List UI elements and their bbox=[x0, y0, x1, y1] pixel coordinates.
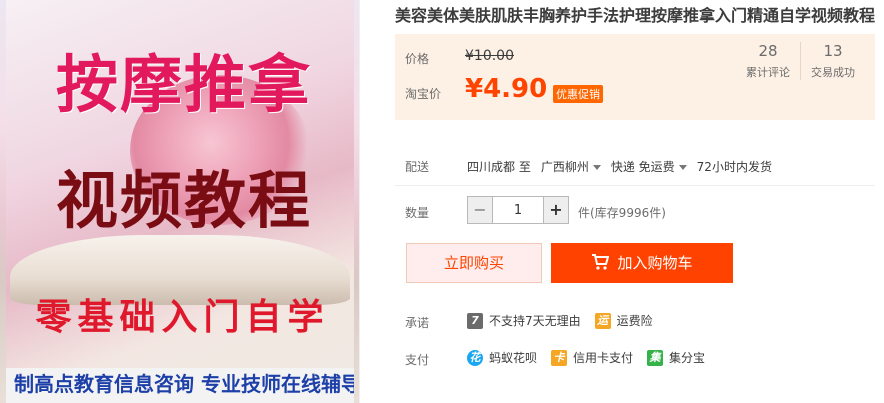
payment-list: 花 蚂蚁花呗 卡 信用卡支付 集 集分宝 bbox=[467, 349, 705, 366]
promise-text: 不支持7天无理由 bbox=[489, 314, 581, 328]
stat-label: 交易成功 bbox=[811, 66, 855, 79]
divider bbox=[395, 185, 875, 186]
image-title-line-2: 视频教程 bbox=[55, 164, 312, 237]
stat-transactions: 13 交易成功 bbox=[800, 42, 865, 80]
add-to-cart-button[interactable]: 加入购物车 bbox=[551, 243, 733, 283]
delivery-method: 快递 免运费 bbox=[610, 160, 675, 174]
payment-item[interactable]: 集 集分宝 bbox=[647, 349, 705, 366]
promise-item[interactable]: 7 不支持7天无理由 bbox=[467, 312, 581, 329]
delivery-info: 四川成都 至 广西柳州 快递 免运费 72小时内发货 bbox=[467, 158, 772, 175]
promo-badge[interactable]: 优惠促销 bbox=[553, 85, 603, 103]
stat-reviews[interactable]: 28 累计评论 bbox=[736, 42, 800, 80]
current-price: ¥4.90 bbox=[465, 74, 548, 104]
promise-list: 7 不支持7天无理由 运 运费险 bbox=[467, 312, 653, 329]
credit-card-icon: 卡 bbox=[551, 349, 568, 366]
delivery-dispatch-time: 72小时内发货 bbox=[696, 160, 772, 174]
shipping-insurance-icon: 运 bbox=[594, 312, 611, 329]
promise-item[interactable]: 运 运费险 bbox=[594, 312, 653, 329]
7-day-icon: 7 bbox=[467, 312, 483, 329]
payment-label: 支付 bbox=[405, 353, 430, 367]
stats: 28 累计评论 13 交易成功 bbox=[736, 42, 865, 80]
payment-text: 蚂蚁花呗 bbox=[489, 351, 538, 365]
promise-text: 运费险 bbox=[616, 314, 653, 328]
jifenbao-icon: 集 bbox=[647, 349, 664, 366]
image-footer-text: 制高点教育信息咨询 专业技师在线辅导 bbox=[14, 372, 354, 396]
stock-info: 件(库存9996件) bbox=[578, 206, 666, 220]
stat-label: 累计评论 bbox=[746, 66, 790, 79]
delivery-destination: 广西柳州 bbox=[540, 160, 589, 174]
buy-now-button[interactable]: 立即购买 bbox=[406, 243, 542, 283]
image-footer: 制高点教育信息咨询 专业技师在线辅导 bbox=[6, 368, 354, 403]
delivery-from: 四川成都 至 bbox=[467, 160, 531, 174]
original-price: ¥10.00 bbox=[465, 48, 514, 64]
taobao-price-label: 淘宝价 bbox=[405, 87, 442, 101]
payment-text: 信用卡支付 bbox=[573, 351, 634, 365]
image-title-line-1: 按摩推拿 bbox=[55, 48, 312, 121]
quantity-label: 数量 bbox=[405, 206, 430, 220]
price-box: 价格 ¥10.00 淘宝价 ¥4.90 优惠促销 28 累计评论 13 交易成功 bbox=[395, 34, 875, 120]
chevron-down-icon bbox=[678, 165, 687, 170]
delivery-destination-select[interactable]: 广西柳州 bbox=[541, 158, 601, 175]
quantity-decrease-button[interactable]: − bbox=[467, 196, 493, 224]
quantity-stepper: − + bbox=[467, 196, 569, 224]
product-detail: 美容美体美肤肌肤丰胸养护手法护理按摩推拿入门精通自学视频教程 价格 ¥10.00… bbox=[395, 0, 880, 367]
chevron-down-icon bbox=[592, 165, 601, 170]
huabei-icon: 花 bbox=[467, 349, 483, 366]
delivery-label: 配送 bbox=[405, 160, 430, 174]
image-subtitle: 零基础入门自学 bbox=[35, 296, 330, 338]
quantity-increase-button[interactable]: + bbox=[543, 196, 569, 224]
payment-text: 集分宝 bbox=[669, 351, 706, 365]
product-image[interactable]: 按摩推拿 视频教程 零基础入门自学 制高点教育信息咨询 专业技师在线辅导 bbox=[0, 0, 360, 403]
original-price-label: 价格 bbox=[405, 52, 430, 66]
payment-item[interactable]: 卡 信用卡支付 bbox=[551, 349, 633, 366]
delivery-method-select[interactable]: 快递 免运费 bbox=[611, 158, 687, 175]
add-to-cart-label: 加入购物车 bbox=[617, 254, 693, 272]
payment-item[interactable]: 花 蚂蚁花呗 bbox=[467, 349, 537, 366]
promise-label: 承诺 bbox=[405, 316, 430, 330]
stat-value: 28 bbox=[758, 42, 778, 60]
stat-value: 13 bbox=[823, 42, 843, 60]
quantity-input[interactable] bbox=[493, 196, 543, 224]
product-title: 美容美体美肤肌肤丰胸养护手法护理按摩推拿入门精通自学视频教程 bbox=[395, 6, 876, 25]
cart-icon bbox=[592, 254, 610, 270]
